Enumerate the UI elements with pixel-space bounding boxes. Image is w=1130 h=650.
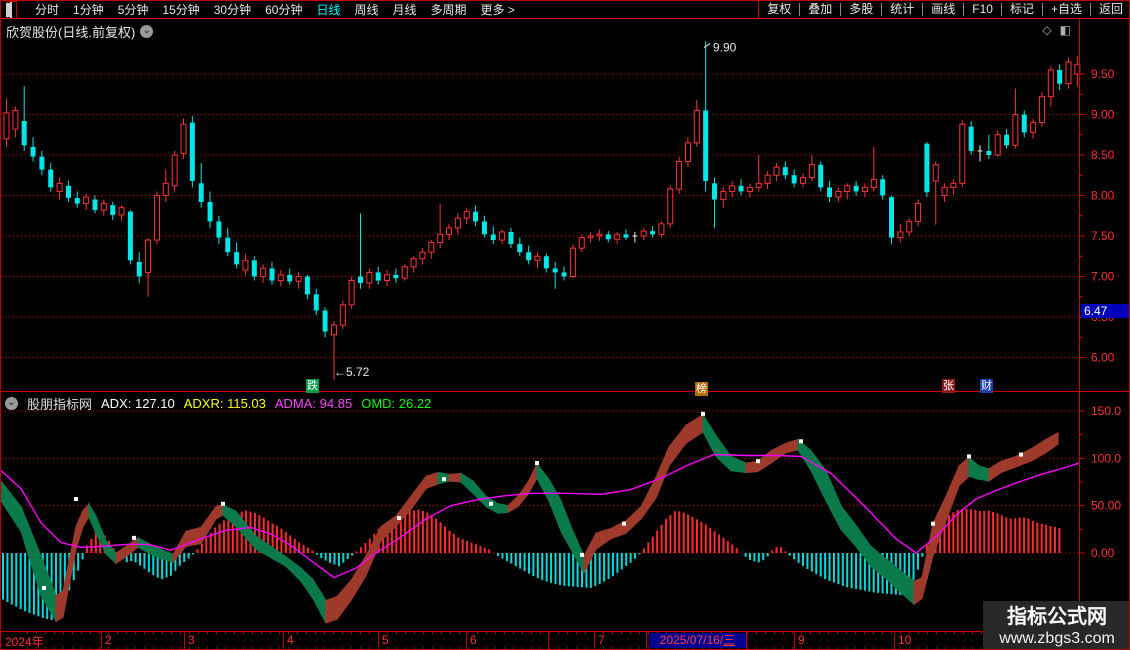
page-title: 欣贺股份(日线.前复权) xyxy=(6,25,136,40)
candlestick-chart[interactable]: 9.509.008.508.007.507.006.506.00←5.729.9… xyxy=(1,41,1130,391)
axis-separator xyxy=(548,632,549,649)
current-price-tag: 6.47 xyxy=(1081,304,1129,318)
watermark-url: www.zbgs3.com xyxy=(999,629,1115,647)
svg-text:0.00: 0.00 xyxy=(1091,546,1115,560)
period-toolbar: 分时 1分钟 5分钟 15分钟 30分钟 60分钟 日线 周线 月线 多周期 更多 > xyxy=(1,1,758,19)
adx-indicator-chart[interactable]: 150.0 100.0 50.00 0.00 xyxy=(1,396,1130,631)
toolbar-button[interactable]: 标记 xyxy=(1002,3,1043,16)
corner-icons: ◇ ◧ xyxy=(1042,23,1071,37)
omd-value: OMD: 26.22 xyxy=(361,396,432,411)
month-label: 2 xyxy=(105,633,112,647)
split-window-icon[interactable]: ◧ xyxy=(1060,23,1071,37)
svg-text:8.00: 8.00 xyxy=(1091,189,1115,203)
toolbar-button[interactable]: 叠加 xyxy=(800,3,842,16)
action-toolbar: 复权 叠加 多股 统计 画线 F10 标记 +自选 返回 xyxy=(758,1,1129,18)
event-badge: 榜 xyxy=(695,382,708,396)
toolbar-button[interactable]: 复权 xyxy=(759,3,801,16)
pane-divider xyxy=(1,391,1129,392)
axis-separator xyxy=(101,632,102,649)
axis-separator xyxy=(184,632,185,649)
period-tab[interactable]: 月线 xyxy=(393,1,417,18)
axis-separator xyxy=(646,632,647,649)
toolbar-button[interactable]: 统计 xyxy=(882,3,924,16)
toolbar-button[interactable]: 多股 xyxy=(841,3,883,16)
site-watermark: 指标公式网 www.zbgs3.com xyxy=(983,601,1129,649)
axis-separator xyxy=(283,632,284,649)
month-label: 2024年 xyxy=(5,635,44,649)
event-badge: 张 xyxy=(942,379,955,393)
watermark-title: 指标公式网 xyxy=(1007,605,1107,628)
chevron-down-icon[interactable]: ⌄ xyxy=(5,397,18,410)
toolbar-button[interactable]: 返回 xyxy=(1091,3,1129,16)
event-badge: 财 xyxy=(980,379,993,393)
svg-text:100.0: 100.0 xyxy=(1091,451,1121,465)
svg-text:150.0: 150.0 xyxy=(1091,404,1121,418)
chart-title-row[interactable]: 欣贺股份(日线.前复权) ⌄ xyxy=(6,22,154,41)
crosshair-date-tag: 2025/07/16/三 xyxy=(649,633,746,648)
chevron-down-icon[interactable]: ⌄ xyxy=(140,25,154,38)
period-tab[interactable]: 日线 xyxy=(316,1,340,18)
date-axis[interactable]: 2025/07/16/三 2024年 2 3 4 5 6 7 9 10 xyxy=(1,631,1129,649)
stock-app-window: 分时 1分钟 5分钟 15分钟 30分钟 60分钟 日线 周线 月线 多周期 更多 > 复权 叠加 多股… xyxy=(0,0,1130,650)
indicator-name: 股朋指标网 xyxy=(27,397,93,412)
event-badge: 跌 xyxy=(306,379,319,393)
svg-text:6.00: 6.00 xyxy=(1091,351,1115,365)
svg-text:7.00: 7.00 xyxy=(1091,270,1115,284)
period-tab[interactable]: 1分钟 xyxy=(73,1,104,18)
toolbar-button[interactable]: 画线 xyxy=(923,3,965,16)
toolbar-button[interactable]: +自选 xyxy=(1043,3,1091,16)
toolbar-button[interactable]: F10 xyxy=(964,3,1002,16)
month-label: 9 xyxy=(798,633,805,647)
axis-separator xyxy=(466,632,467,649)
month-label: 7 xyxy=(598,633,605,647)
period-tab[interactable]: 分时 xyxy=(35,1,59,18)
axis-separator xyxy=(746,632,747,649)
axis-separator xyxy=(894,632,895,649)
window-layout-icon xyxy=(10,1,12,18)
diamond-icon[interactable]: ◇ xyxy=(1042,23,1051,37)
svg-text:50.00: 50.00 xyxy=(1091,499,1121,513)
period-tab[interactable]: 更多 > xyxy=(481,1,515,18)
adma-value: ADMA: 94.85 xyxy=(274,396,353,411)
period-tab[interactable]: 60分钟 xyxy=(265,1,302,18)
month-label: 3 xyxy=(188,633,195,647)
axis-separator xyxy=(378,632,379,649)
svg-text:7.50: 7.50 xyxy=(1091,229,1115,243)
top-toolbar: 分时 1分钟 5分钟 15分钟 30分钟 60分钟 日线 周线 月线 多周期 更多 > 复权 叠加 多股… xyxy=(1,1,1129,19)
month-label: 5 xyxy=(382,633,389,647)
svg-text:8.50: 8.50 xyxy=(1091,148,1115,162)
svg-text:9.00: 9.00 xyxy=(1091,108,1115,122)
svg-text:9.50: 9.50 xyxy=(1091,67,1115,81)
period-tab[interactable]: 5分钟 xyxy=(118,1,149,18)
right-axis-line xyxy=(1079,18,1080,631)
axis-separator xyxy=(594,632,595,649)
adx-value: ADX: 127.10 xyxy=(101,396,175,411)
month-label: 6 xyxy=(470,633,477,647)
period-tab[interactable]: 周线 xyxy=(354,1,378,18)
indicator-header: ⌄ 股朋指标网 ADX: 127.10 ADXR: 115.03 ADMA: 9… xyxy=(5,394,431,413)
axis-separator xyxy=(794,632,795,649)
month-label: 10 xyxy=(898,633,912,647)
adxr-value: ADXR: 115.03 xyxy=(183,396,266,411)
period-tab[interactable]: 多周期 xyxy=(431,1,467,18)
svg-text:←5.72: ←5.72 xyxy=(334,365,370,379)
period-tab[interactable]: 30分钟 xyxy=(214,1,251,18)
period-tab[interactable]: 15分钟 xyxy=(162,1,199,18)
svg-text:9.90: 9.90 xyxy=(713,41,737,55)
layout-icon-frame[interactable] xyxy=(7,1,17,19)
month-label: 4 xyxy=(287,633,294,647)
